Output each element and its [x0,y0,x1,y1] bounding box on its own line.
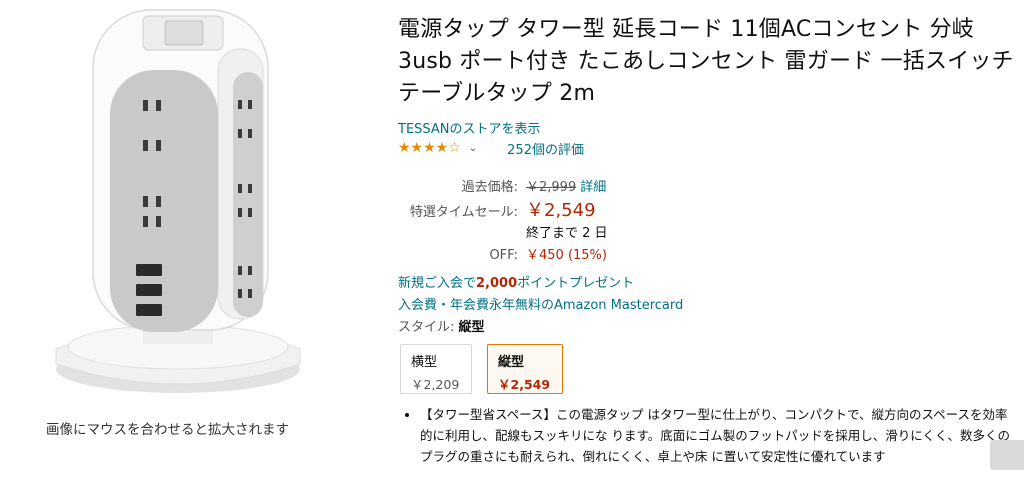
style-option-vertical[interactable]: 縦型 ￥2,549 [487,344,563,394]
points-promo[interactable]: 新規ご入会で2,000ポイントプレゼント [398,272,634,291]
style-option-price: ￥2,209 [411,377,460,392]
list-price: ￥2,999 [526,180,577,195]
product-image[interactable] [38,4,328,399]
product-title: 電源タップ タワー型 延長コード 11個ACコンセント 分岐 3usb ポート付… [398,17,1014,106]
sale-price-label: 特選タイムセール: [409,205,518,220]
rating-row: ★★★★☆ ⌄ 252個の評価 [398,138,584,158]
sale-countdown: 終了まで 2 日 [526,226,608,241]
list-price-row: 過去価格: ￥2,999 詳細 [398,176,607,195]
savings-value: ￥450 (15%) [526,248,607,263]
mastercard-promo[interactable]: 入会費・年会費永年無料のAmazon Mastercard [398,294,683,313]
sale-price: ￥2,549 [526,200,596,221]
style-selected-value: 縦型 [458,320,485,335]
points-promo-post: ポイントプレゼント [517,276,635,291]
style-option-name: 縦型 [498,355,525,370]
rating-stars[interactable]: ★★★★☆ [398,140,461,156]
savings-label: OFF: [489,248,518,263]
style-selector-label: スタイル: 縦型 [398,316,485,335]
product-detail: 電源タップ タワー型 延長コード 11個ACコンセント 分岐 3usb ポート付… [398,14,1018,110]
style-label: スタイル: [398,320,455,335]
points-promo-pre: 新規ご入会で [398,276,477,291]
price-detail-link[interactable]: 詳細 [580,180,606,195]
image-pane: 画像にマウスを合わせると拡大されます [0,0,385,489]
sale-price-row: 特選タイムセール: ￥2,549 [398,196,596,222]
feature-bullets: 【タワー型省スペース】この電源タップ はタワー型に仕上がり、コンパクトで、縦方向… [398,404,1013,467]
chevron-down-icon[interactable]: ⌄ [469,143,477,154]
style-option-horizontal[interactable]: 横型 ￥2,209 [400,344,472,394]
store-link[interactable]: TESSANのストアを表示 [398,118,541,137]
style-option-name: 横型 [411,355,438,370]
feature-bullet: 【タワー型省スペース】この電源タップ はタワー型に仕上がり、コンパクトで、縦方向… [420,404,1013,467]
list-price-label: 過去価格: [461,180,518,195]
points-amount: 2,000 [476,276,518,291]
rating-count-link[interactable]: 252個の評価 [507,139,584,158]
zoom-hint: 画像にマウスを合わせると拡大されます [46,422,289,438]
style-option-price: ￥2,549 [498,377,551,392]
thumbnail-overlay[interactable] [990,440,1024,470]
countdown-row: 終了まで 2 日 [398,222,608,241]
savings-row: OFF: ￥450 (15%) [398,244,607,263]
